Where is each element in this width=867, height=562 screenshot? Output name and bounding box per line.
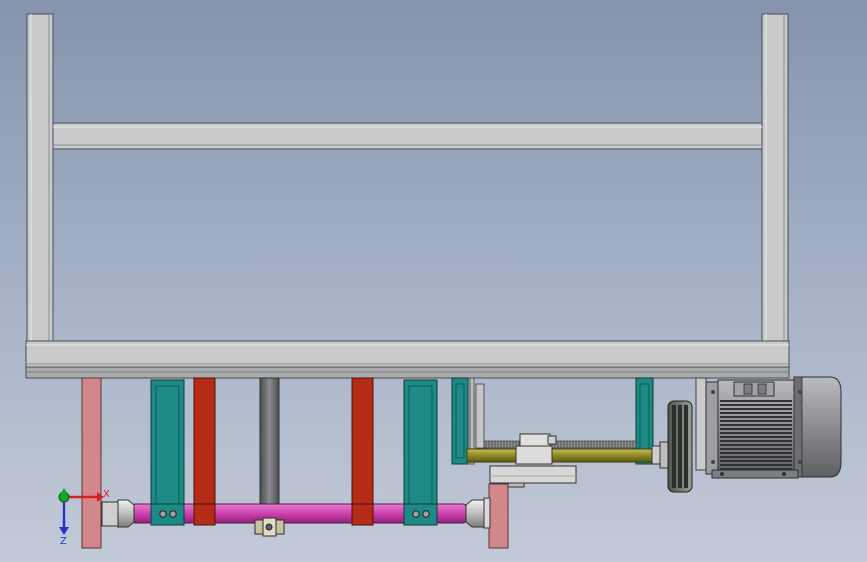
assembly-drawing: X Z [25,13,842,549]
carriage-block [515,445,553,465]
right-bearing [465,497,491,529]
z-axis-label: Z [60,536,67,547]
olive-lead-screw [466,448,662,463]
left-bearing [101,499,135,528]
x-axis-label: X [103,489,110,500]
electric-motor [695,376,842,479]
v-belt-pulley [667,400,693,493]
drive-shaft [101,497,491,537]
lead-screw-assembly [451,377,669,488]
right-red-bar [351,377,374,526]
motor-terminal-box [733,381,775,397]
left-pink-leg [81,377,102,549]
carriage-top [519,433,551,447]
cad-viewport[interactable]: X Z [0,0,867,562]
frame [25,13,790,379]
left-red-bar [193,377,216,526]
right-pink-leg [488,483,509,549]
carriage-plate [489,465,577,484]
